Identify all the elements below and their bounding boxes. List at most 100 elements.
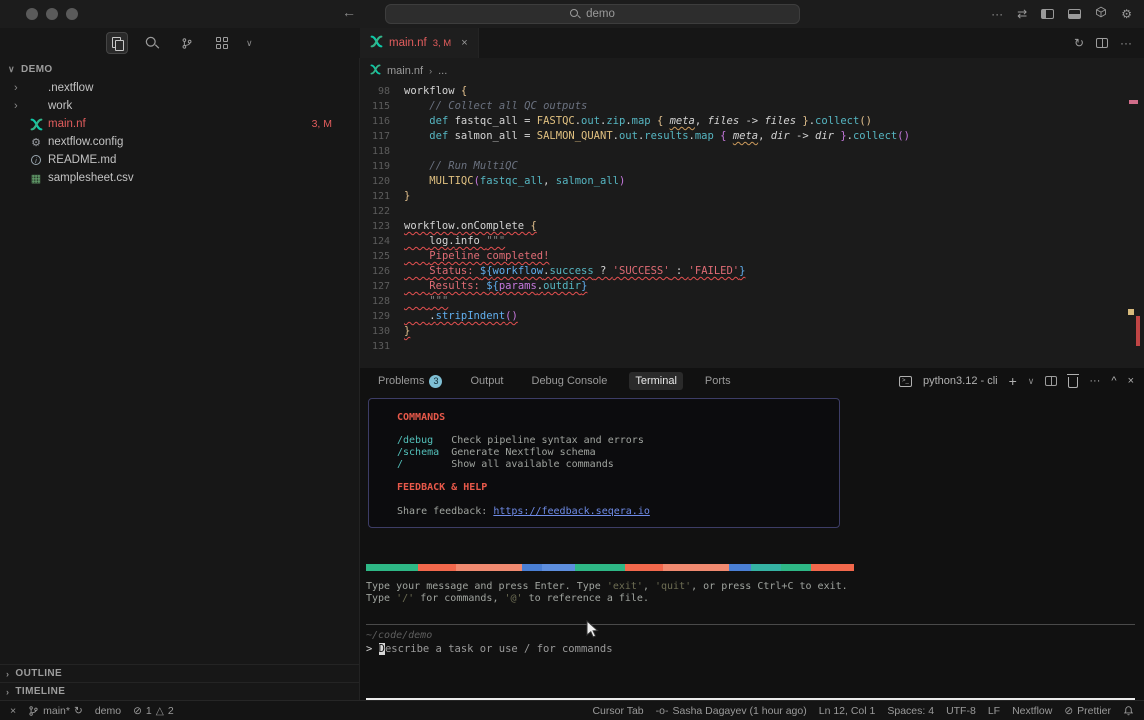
- editor[interactable]: main.nf › ... 98workflow {115 // Collect…: [360, 58, 1144, 368]
- table-icon: ▦: [28, 172, 44, 185]
- token: [404, 265, 429, 277]
- outline-label: OUTLINE: [15, 668, 62, 679]
- file-row-nextflow-config[interactable]: ⚙nextflow.config: [0, 133, 359, 151]
- prettier-item[interactable]: ⊘Prettier: [1064, 705, 1111, 717]
- code-line: 117 def salmon_all = SALMON_QUANT.out.re…: [360, 129, 1144, 144]
- line-number: 115: [360, 99, 390, 114]
- status-label: Nextflow: [1012, 705, 1052, 717]
- code-area[interactable]: 98workflow {115 // Collect all QC output…: [360, 84, 1144, 368]
- token: FEEDBACK & HELP: [397, 482, 487, 493]
- toggle-panel-icon[interactable]: [1068, 9, 1081, 19]
- cube-icon[interactable]: [1095, 5, 1107, 23]
- encoding-item[interactable]: UTF-8: [946, 705, 976, 717]
- line-number: 98: [360, 84, 390, 99]
- explorer-icon[interactable]: [106, 32, 128, 54]
- split-editor-icon[interactable]: [1096, 38, 1108, 48]
- zoom-window-button[interactable]: [66, 8, 78, 20]
- cursor-tab-item[interactable]: Cursor Tab: [592, 705, 643, 717]
- prompt-symbol: >: [366, 643, 379, 655]
- outline-section[interactable]: › OUTLINE: [0, 664, 359, 682]
- overview-mark: [1136, 316, 1140, 346]
- token: to reference a file.: [523, 593, 649, 604]
- breadcrumb-tail[interactable]: ...: [438, 65, 447, 77]
- line-number: 117: [360, 129, 390, 144]
- line-number: 120: [360, 174, 390, 189]
- token: 'SUCCESS': [613, 265, 670, 277]
- more-icon[interactable]: ···: [1089, 375, 1100, 387]
- breadcrumb-file[interactable]: main.nf: [387, 65, 423, 77]
- panel-tab-output[interactable]: Output: [464, 372, 509, 390]
- status-part: 2: [168, 705, 174, 717]
- file-name: .nextflow: [48, 82, 93, 94]
- token: '/': [396, 593, 414, 604]
- terminal-dropdown-icon[interactable]: ∨: [1028, 376, 1035, 387]
- file-row--nextflow[interactable]: ›.nextflow: [0, 79, 359, 97]
- profile-item[interactable]: demo: [95, 705, 121, 717]
- swap-layout-icon[interactable]: ⇄: [1017, 7, 1027, 21]
- terminal-input-area[interactable]: ~/code/demo > D escribe a task or use / …: [366, 624, 1135, 656]
- file-row-main-nf[interactable]: main.nf3, M: [0, 115, 359, 133]
- more-actions-icon[interactable]: ···: [1120, 36, 1132, 50]
- close-window-button[interactable]: [26, 8, 38, 20]
- remote-icon-item[interactable]: ×: [10, 705, 16, 717]
- prettier-item-icon: ⊘: [1064, 705, 1073, 717]
- token: salmon_all: [455, 130, 518, 142]
- new-terminal-icon[interactable]: +: [1009, 373, 1017, 389]
- breadcrumb[interactable]: main.nf › ...: [360, 58, 1144, 84]
- terminal-prompt[interactable]: > D escribe a task or use / for commands: [366, 642, 1135, 656]
- rainbow-segment: [575, 564, 625, 571]
- terminal-hints: Type your message and press Enter. Type …: [366, 581, 848, 605]
- indent-item[interactable]: Spaces: 4: [887, 705, 934, 717]
- close-panel-icon[interactable]: ×: [1128, 375, 1134, 387]
- split-terminal-icon[interactable]: [1045, 376, 1057, 386]
- eol-item[interactable]: LF: [988, 705, 1000, 717]
- timeline-section[interactable]: › TIMELINE: [0, 682, 359, 700]
- command-center-search[interactable]: demo: [385, 4, 800, 24]
- search-view-icon[interactable]: [141, 32, 163, 54]
- panel-tab-debug-console[interactable]: Debug Console: [526, 372, 614, 390]
- line-content: workflow.onComplete {: [404, 219, 537, 234]
- chevron-down-icon[interactable]: ∨: [246, 38, 253, 49]
- language-item[interactable]: Nextflow: [1012, 705, 1052, 717]
- token: ?: [594, 265, 613, 277]
- file-row-work[interactable]: ›work: [0, 97, 359, 115]
- token: [403, 459, 451, 470]
- git-blame-item[interactable]: -o-Sasha Dagayev (1 hour ago): [656, 705, 807, 717]
- source-control-icon[interactable]: [176, 32, 198, 54]
- rainbow-segment: [625, 564, 663, 571]
- tab-close-icon[interactable]: ×: [461, 37, 467, 49]
- line-content: }: [404, 324, 410, 339]
- tab-main-nf[interactable]: main.nf 3, M ×: [360, 28, 479, 58]
- bell-item[interactable]: [1123, 705, 1134, 716]
- panel-tab-terminal[interactable]: Terminal: [629, 372, 683, 390]
- panel-tab-ports[interactable]: Ports: [699, 372, 737, 390]
- settings-gear-icon[interactable]: ⚙: [1121, 7, 1132, 21]
- line-number: 130: [360, 324, 390, 339]
- file-row-readme-md[interactable]: iREADME.md: [0, 151, 359, 169]
- git-branch-item[interactable]: main*↻: [28, 705, 83, 717]
- more-icon[interactable]: ···: [991, 7, 1003, 21]
- token: results: [644, 130, 688, 142]
- status-label: demo: [95, 705, 121, 717]
- minimize-window-button[interactable]: [46, 8, 58, 20]
- token: files: [708, 115, 740, 127]
- line-col-item[interactable]: Ln 12, Col 1: [819, 705, 876, 717]
- token: ,: [695, 115, 708, 127]
- panel-toolbar: >_ python3.12 - cli + ∨ ··· ^ ×: [899, 368, 1134, 394]
- maximize-panel-icon[interactable]: ^: [1111, 375, 1116, 387]
- extensions-icon[interactable]: [211, 32, 233, 54]
- file-row-samplesheet-csv[interactable]: ▦samplesheet.csv: [0, 169, 359, 187]
- kill-terminal-icon[interactable]: [1068, 377, 1078, 388]
- back-icon[interactable]: ←: [342, 4, 356, 20]
- token: Check pipeline syntax and errors: [451, 435, 644, 446]
- explorer-section-header[interactable]: ∨ DEMO: [0, 58, 359, 79]
- traffic-lights: [26, 8, 78, 20]
- restart-icon[interactable]: ↻: [1074, 36, 1084, 50]
- toggle-sidebar-icon[interactable]: [1041, 9, 1054, 19]
- sidebar: ∨ DEMO ›.nextflow›work main.nf3, M⚙nextf…: [0, 58, 360, 700]
- terminal-view[interactable]: COMMANDS/debug Check pipeline syntax and…: [360, 394, 1144, 700]
- panel-tab-problems[interactable]: Problems3: [372, 372, 448, 391]
- problems-item[interactable]: ⊘1△2: [133, 705, 174, 717]
- line-number: 123: [360, 219, 390, 234]
- terminal-instance-label[interactable]: python3.12 - cli: [923, 375, 998, 387]
